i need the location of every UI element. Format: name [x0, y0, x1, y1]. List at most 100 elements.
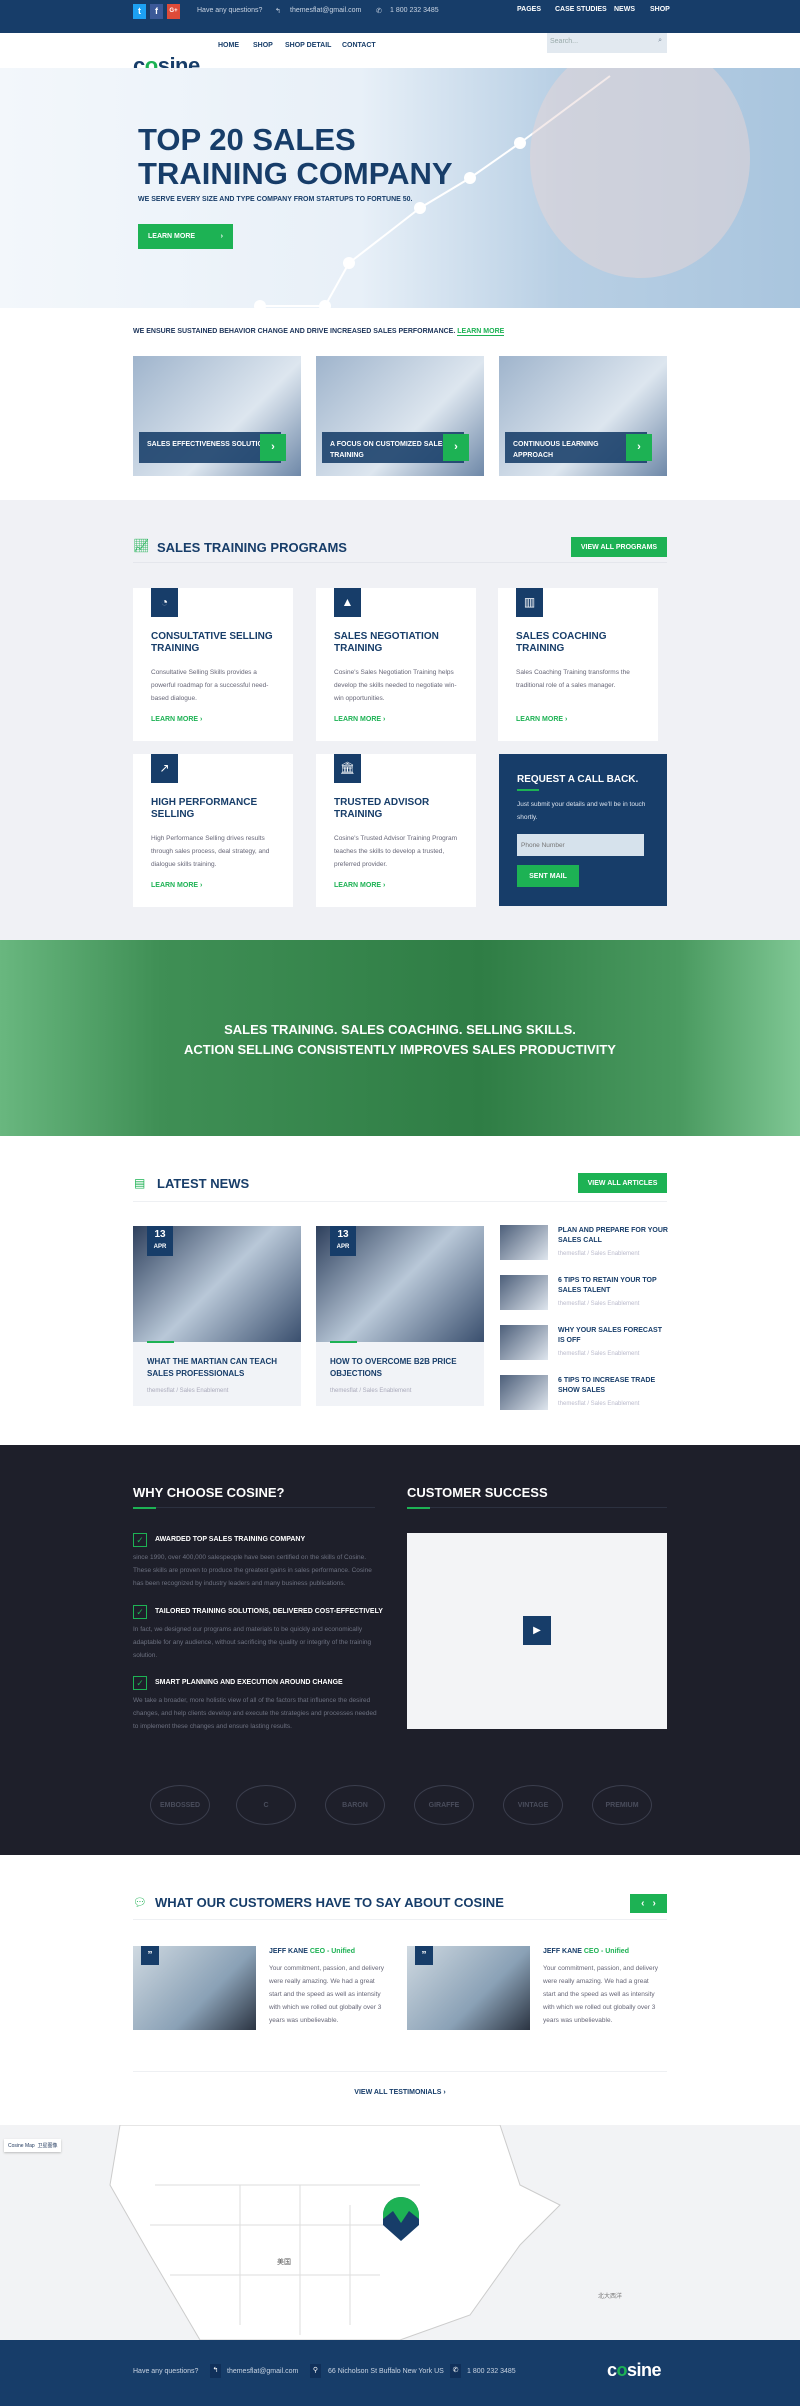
- learn-more-button[interactable]: LEARN MORE ›: [138, 224, 233, 249]
- programs-title: SALES TRAINING PROGRAMS: [157, 540, 347, 555]
- checkbox-icon: ✓: [133, 1605, 147, 1619]
- quote-icon: ”: [141, 1946, 159, 1965]
- phone-icon: ✆: [450, 2364, 461, 2378]
- divider: [133, 1919, 667, 1920]
- map[interactable]: Cosine Map 卫星图像 美国 北大西洋: [0, 2125, 800, 2340]
- chevron-right-icon[interactable]: ›: [626, 434, 652, 461]
- footer: Have any questions? ↰ themesflat@gmail.c…: [0, 2340, 800, 2406]
- nav-shop[interactable]: SHOP: [253, 42, 273, 49]
- news-list-item[interactable]: PLAN AND PREPARE FOR YOUR SALES CALL them…: [500, 1225, 668, 1265]
- play-icon[interactable]: ▶: [523, 1616, 551, 1645]
- checkbox-icon: ✓: [133, 1533, 147, 1547]
- why-item-desc: since 1990, over 400,000 salespeople hav…: [133, 1554, 372, 1587]
- view-all-articles-button[interactable]: VIEW ALL ARTICLES: [578, 1173, 667, 1193]
- nav-shop-detail[interactable]: SHOP DETAIL: [285, 42, 331, 49]
- search-icon[interactable]: ⌕: [658, 37, 662, 45]
- tagline: WE ENSURE SUSTAINED BEHAVIOR CHANGE AND …: [133, 328, 505, 336]
- customer-name: JEFF KANE CEO - Unified: [543, 1948, 629, 1955]
- hero: TOP 20 SALES TRAINING COMPANY WE SERVE EV…: [0, 68, 800, 308]
- chevron-left-icon[interactable]: ‹: [641, 1898, 644, 1909]
- footer-email[interactable]: themesflat@gmail.com: [227, 2368, 298, 2375]
- learn-more-link[interactable]: LEARN MORE ›: [334, 716, 385, 723]
- why-item-desc: We take a broader, more holistic view of…: [133, 1697, 377, 1730]
- hero-title: TOP 20 SALES TRAINING COMPANY: [138, 122, 453, 191]
- map-tab-satellite[interactable]: 卫星图像: [37, 2143, 57, 2149]
- feature-card[interactable]: A FOCUS ON CUSTOMIZED SALES TRAINING ›: [316, 356, 484, 476]
- program-card: ↗ HIGH PERFORMANCE SELLING High Performanc…: [133, 754, 293, 907]
- topnav-pages[interactable]: PAGES: [517, 6, 541, 13]
- feature-card[interactable]: CONTINUOUS LEARNING APPROACH ›: [499, 356, 667, 476]
- divider: [133, 562, 667, 563]
- footer-address: 66 Nicholson St Buffalo New York US: [328, 2368, 444, 2375]
- program-card: ▥ SALES COACHING TRAINING Sales Coaching T…: [498, 588, 658, 741]
- topnav-case-studies[interactable]: CASE STUDIES: [555, 6, 607, 13]
- topnav-shop[interactable]: SHOP: [650, 6, 670, 13]
- learn-more-link[interactable]: LEARN MORE ›: [151, 882, 202, 889]
- search-placeholder: Search...: [550, 38, 579, 45]
- chat-bubble-icon: 💬︎: [133, 1897, 147, 1909]
- map-ocean-label: 北大西洋: [598, 2294, 623, 2300]
- footer-logo[interactable]: cosine: [607, 2360, 662, 2381]
- map-type-control[interactable]: Cosine Map 卫星图像: [4, 2139, 62, 2152]
- brand-logo: BARON: [325, 1785, 385, 1825]
- feature-card[interactable]: SALES EFFECTIVENESS SOLUTIONS ›: [133, 356, 301, 476]
- search-input[interactable]: Search... ⌕: [547, 33, 667, 53]
- brand-logo: VINTAGE: [503, 1785, 563, 1825]
- nav-contact[interactable]: CONTACT: [342, 42, 376, 49]
- nav-home[interactable]: HOME: [218, 42, 239, 49]
- chevron-right-icon[interactable]: ›: [260, 434, 286, 461]
- google-plus-icon[interactable]: G+: [167, 4, 180, 19]
- news-thumbnail: [500, 1375, 548, 1410]
- twitter-icon[interactable]: t: [133, 4, 146, 19]
- phone-text: 1 800 232 3485: [390, 7, 439, 14]
- why-choose-section: WHY CHOOSE COSINE? CUSTOMER SUCCESS: [0, 1445, 800, 1855]
- success-title: CUSTOMER SUCCESS: [407, 1485, 548, 1500]
- divider: [407, 1507, 667, 1509]
- brand-logo: GIRAFFE: [414, 1785, 474, 1825]
- area-chart-icon: ▲: [334, 588, 361, 617]
- reply-icon: ↰: [275, 8, 281, 15]
- chevron-right-icon[interactable]: ›: [653, 1898, 656, 1909]
- video-player[interactable]: ▶: [407, 1533, 667, 1729]
- why-item-title: AWARDED TOP SALES TRAINING COMPANY: [155, 1536, 306, 1543]
- question-text: Have any questions?: [197, 7, 263, 14]
- callback-title: REQUEST A CALL BACK.: [517, 774, 639, 785]
- topnav-news[interactable]: NEWS: [614, 6, 635, 13]
- email-link[interactable]: themesflat@gmail.com: [290, 7, 361, 14]
- news-list-item[interactable]: 6 TIPS TO RETAIN YOUR TOP SALES TALENT th…: [500, 1275, 667, 1315]
- phone-number-input[interactable]: [517, 834, 644, 856]
- map-marker-icon: ⚲: [310, 2364, 321, 2378]
- learn-more-link[interactable]: LEARN MORE ›: [334, 882, 385, 889]
- map-tab-map[interactable]: Cosine Map: [8, 2143, 35, 2149]
- pie-chart-icon: ◔: [151, 588, 178, 617]
- view-all-programs-button[interactable]: VIEW ALL PROGRAMS: [571, 537, 667, 557]
- news-list-item[interactable]: 6 TIPS TO INCREASE TRADE SHOW SALES theme…: [500, 1375, 667, 1415]
- carousel-nav: ‹ ›: [630, 1894, 667, 1913]
- news-thumbnail: [500, 1275, 548, 1310]
- brand-logo: EMBOSSED: [150, 1785, 210, 1825]
- learn-more-link[interactable]: LEARN MORE ›: [151, 716, 202, 723]
- location-pin-icon[interactable]: [383, 2197, 419, 2241]
- news-list-item[interactable]: WHY YOUR SALES FORECAST IS OFF themesflat…: [500, 1325, 667, 1365]
- sent-mail-button[interactable]: SENT MAIL: [517, 865, 579, 887]
- date-badge: 13 APR: [330, 1226, 356, 1256]
- brand-logo: PREMIUM: [592, 1785, 652, 1825]
- divider: [517, 789, 539, 791]
- promo-banner: SALES TRAINING. SALES COACHING. SELLING …: [0, 940, 800, 1136]
- reply-icon: ↰: [210, 2364, 221, 2378]
- tagline-learn-more-link[interactable]: LEARN MORE: [457, 328, 505, 336]
- chevron-right-icon[interactable]: ›: [443, 434, 469, 461]
- view-all-testimonials-link[interactable]: VIEW ALL TESTIMONIALS ›: [0, 2089, 800, 2096]
- why-item-title: SMART PLANNING AND EXECUTION AROUND CHAN…: [155, 1679, 343, 1686]
- map-country-label: 美国: [277, 2259, 291, 2266]
- news-card[interactable]: 13 APR HOW TO OVERCOME B2B PRICE OBJECTION…: [316, 1226, 484, 1406]
- programs-section: 📈︎ SALES TRAINING PROGRAMS VIEW ALL PROG…: [0, 500, 800, 940]
- why-title: WHY CHOOSE COSINE?: [133, 1485, 285, 1500]
- news-thumbnail: [500, 1325, 548, 1360]
- facebook-icon[interactable]: f: [150, 4, 163, 19]
- news-title: LATEST NEWS: [157, 1176, 250, 1191]
- learn-more-link[interactable]: LEARN MORE ›: [516, 716, 567, 723]
- bank-icon: 🏛︎: [334, 754, 361, 783]
- news-card[interactable]: 13 APR WHAT THE MARTIAN CAN TEACH SALES PR…: [133, 1226, 301, 1406]
- chevron-right-icon: ›: [220, 233, 223, 240]
